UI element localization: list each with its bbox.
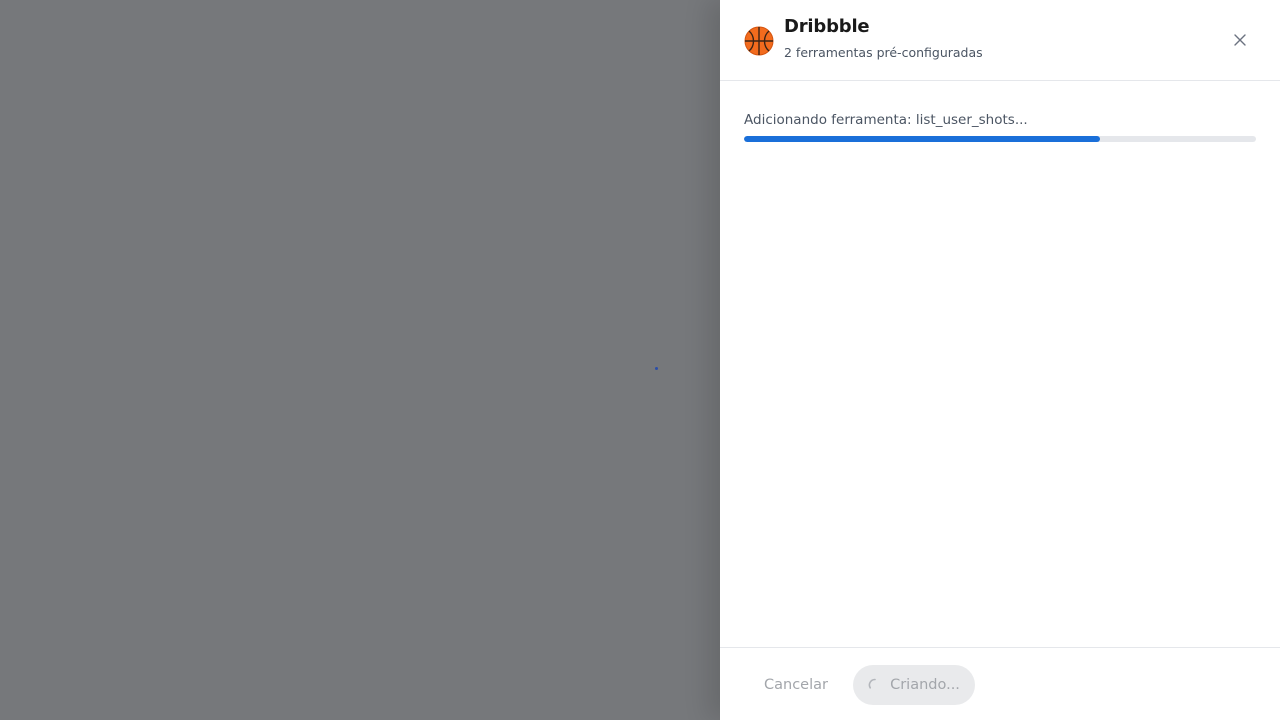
basketball-icon [744,26,774,56]
side-drawer: Dribbble 2 ferramentas pré-configuradas … [720,0,1280,720]
drawer-footer: Cancelar Criando... [720,647,1280,720]
loading-dot [655,367,658,370]
spinner-icon [868,678,882,692]
modal-backdrop[interactable] [0,0,720,720]
progress-section: Adicionando ferramenta: list_user_shots.… [744,110,1256,142]
app: Dribbble 2 ferramentas pré-configuradas … [0,0,1280,720]
close-button[interactable] [1230,30,1250,50]
progress-bar [744,136,1256,142]
create-button[interactable]: Criando... [853,665,975,705]
drawer-title: Dribbble [784,16,870,37]
progress-label: Adicionando ferramenta: list_user_shots.… [744,112,1028,128]
drawer-subtitle: 2 ferramentas pré-configuradas [784,45,983,60]
cancel-button[interactable]: Cancelar [744,665,848,705]
drawer-header: Dribbble 2 ferramentas pré-configuradas [720,0,1280,81]
close-icon [1234,34,1246,46]
create-button-label: Criando... [890,677,960,693]
progress-bar-fill [744,136,1100,142]
